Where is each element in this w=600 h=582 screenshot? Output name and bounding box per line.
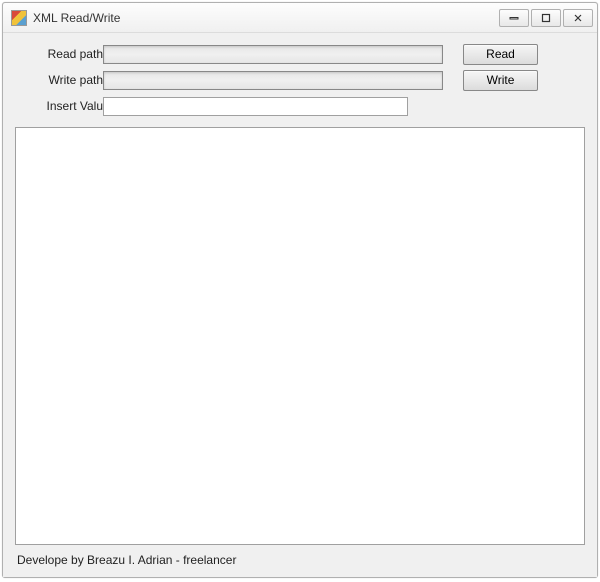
insert-value-input[interactable] [103, 97, 408, 116]
client-area: Read path Read Write path Write Insert V… [3, 33, 597, 577]
output-textarea[interactable] [15, 127, 585, 545]
read-path-input[interactable] [103, 45, 443, 64]
write-path-input[interactable] [103, 71, 443, 90]
window-controls [499, 9, 593, 27]
app-icon [11, 10, 27, 26]
maximize-icon [541, 13, 551, 23]
read-path-label: Read path [15, 47, 103, 61]
minimize-icon [509, 13, 519, 23]
insert-value-label: Insert Valu [15, 99, 103, 113]
insert-value-row: Insert Valu [15, 95, 585, 117]
read-path-row: Read path Read [15, 43, 585, 65]
read-button[interactable]: Read [463, 44, 538, 65]
write-path-label: Write path [15, 73, 103, 87]
close-icon [573, 13, 583, 23]
maximize-button[interactable] [531, 9, 561, 27]
write-button[interactable]: Write [463, 70, 538, 91]
close-button[interactable] [563, 9, 593, 27]
write-path-row: Write path Write [15, 69, 585, 91]
window-title: XML Read/Write [33, 11, 499, 25]
app-window: XML Read/Write Read path Read [2, 2, 598, 578]
minimize-button[interactable] [499, 9, 529, 27]
footer-credit: Develope by Breazu I. Adrian - freelance… [15, 551, 585, 571]
titlebar[interactable]: XML Read/Write [3, 3, 597, 33]
